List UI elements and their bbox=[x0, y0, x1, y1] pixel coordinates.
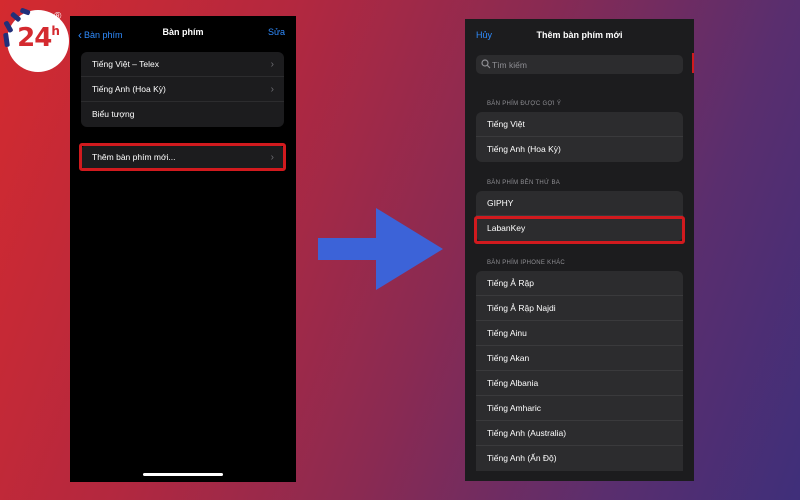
list-item[interactable]: Tiếng Amharic bbox=[476, 396, 683, 421]
keyboards-list: Tiếng Việt – Telex › Tiếng Anh (Hoa Kỳ) … bbox=[81, 52, 284, 127]
list-item-label: Tiếng Việt bbox=[487, 119, 525, 129]
list-item-label: Tiếng Albania bbox=[487, 378, 539, 388]
edit-button[interactable]: Sửa bbox=[268, 27, 285, 37]
list-item-label: Tiếng Anh (Hoa Kỳ) bbox=[92, 84, 166, 94]
list-item[interactable]: Tiếng Anh (Australia) bbox=[476, 421, 683, 446]
list-item-label: Tiếng Akan bbox=[487, 353, 530, 363]
list-item-english-us[interactable]: Tiếng Anh (Hoa Kỳ) bbox=[476, 137, 683, 162]
list-item[interactable]: Tiếng Albania bbox=[476, 371, 683, 396]
chevron-right-icon: › bbox=[270, 59, 274, 70]
other-keyboards-list: Tiếng Ả Rập Tiếng Ả Rập Najdi Tiếng Ainu… bbox=[476, 271, 683, 471]
list-item[interactable]: Tiếng Ainu bbox=[476, 321, 683, 346]
list-item-symbols[interactable]: Biểu tượng bbox=[81, 102, 284, 127]
logo-text: 24h bbox=[17, 23, 60, 53]
edge-marker bbox=[692, 53, 694, 73]
list-item[interactable]: Tiếng Ả Rập bbox=[476, 271, 683, 296]
list-item-label: Tiếng Anh (Ấn Độ) bbox=[487, 453, 557, 463]
list-item-telex[interactable]: Tiếng Việt – Telex › bbox=[81, 52, 284, 77]
navigation-bar: Hủy Thêm bàn phím mới bbox=[465, 19, 694, 51]
list-item-label: Tiếng Ả Rập bbox=[487, 278, 534, 288]
list-item-vietnamese[interactable]: Tiếng Việt bbox=[476, 112, 683, 137]
phone-screen-keyboards: ‹ Bàn phím Bàn phím Sửa Tiếng Việt – Tele… bbox=[70, 16, 296, 482]
section-header-suggested: BÀN PHÍM ĐƯỢC GỢI Ý bbox=[487, 101, 562, 107]
list-item-english-us[interactable]: Tiếng Anh (Hoa Kỳ) › bbox=[81, 77, 284, 102]
highlight-box bbox=[79, 143, 286, 171]
chevron-right-icon: › bbox=[270, 84, 274, 95]
arrow-right-icon bbox=[318, 208, 443, 295]
phone-screen-add-keyboard: Hủy Thêm bàn phím mới BÀN PHÍM ĐƯỢC GỢI … bbox=[465, 19, 694, 481]
list-item-giphy[interactable]: GIPHY bbox=[476, 191, 683, 216]
highlight-box bbox=[474, 216, 685, 244]
list-item-label: Biểu tượng bbox=[92, 109, 135, 119]
home-indicator bbox=[143, 473, 223, 476]
brand-logo: 24h ® bbox=[0, 3, 70, 73]
list-item-label: Tiếng Ainu bbox=[487, 328, 527, 338]
page-title: Thêm bàn phím mới bbox=[536, 30, 623, 40]
section-header-third-party: BÀN PHÍM BÊN THỨ BA bbox=[487, 180, 561, 186]
search-icon bbox=[481, 59, 491, 69]
search-bar[interactable] bbox=[476, 55, 683, 74]
list-item-label: Tiếng Amharic bbox=[487, 403, 542, 413]
suggested-keyboards-list: Tiếng Việt Tiếng Anh (Hoa Kỳ) bbox=[476, 112, 683, 162]
list-item[interactable]: Tiếng Ả Rập Najdi bbox=[476, 296, 683, 321]
list-item-label: Tiếng Việt – Telex bbox=[92, 59, 159, 69]
list-item-label: Tiếng Anh (Australia) bbox=[487, 428, 567, 438]
section-header-other-iphone: BÀN PHÍM IPHONE KHÁC bbox=[487, 260, 566, 266]
list-item[interactable]: Tiếng Akan bbox=[476, 346, 683, 371]
list-item-label: GIPHY bbox=[487, 198, 514, 208]
list-item-label: Tiếng Anh (Hoa Kỳ) bbox=[487, 144, 561, 154]
search-input[interactable] bbox=[492, 55, 672, 74]
list-item[interactable]: Tiếng Anh (Ấn Độ) bbox=[476, 446, 683, 471]
logo-registered-mark: ® bbox=[54, 11, 62, 22]
list-item-label: Tiếng Ả Rập Najdi bbox=[487, 303, 556, 313]
navigation-bar: ‹ Bàn phím Bàn phím Sửa bbox=[70, 16, 296, 48]
page-title: Bàn phím bbox=[162, 27, 204, 37]
